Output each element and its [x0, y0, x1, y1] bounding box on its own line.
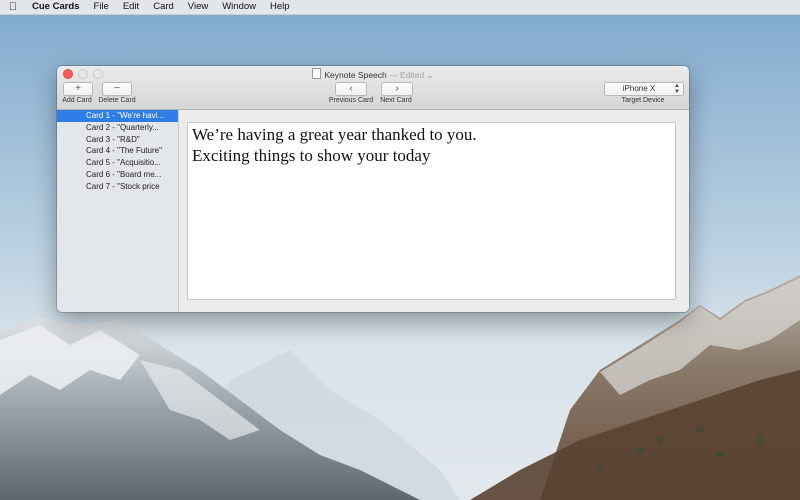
menu-card[interactable]: Card [146, 0, 181, 14]
target-device-label: Target Device [621, 97, 665, 104]
target-device-value: iPhone X [622, 84, 656, 93]
next-card-button[interactable]: › [381, 82, 413, 96]
window-title[interactable]: Keynote Speech — Edited ⌄ [57, 68, 689, 81]
card-list-item[interactable]: Card 1 - "We're havi... [57, 110, 178, 122]
menu-window[interactable]: Window [215, 0, 263, 14]
card-list-sidebar: Card 1 - "We're havi... Card 2 - "Quarte… [57, 110, 179, 312]
menu-help[interactable]: Help [263, 0, 297, 14]
apple-icon[interactable]:  [0, 0, 26, 14]
previous-card-button[interactable]: ‹ [335, 82, 367, 96]
card-list-item[interactable]: Card 5 - "Acquisitio... [57, 157, 178, 169]
menu-edit[interactable]: Edit [116, 0, 146, 14]
delete-card-label: Delete Card [98, 97, 136, 104]
target-device-select[interactable]: iPhone X ▲ ▼ [604, 82, 684, 96]
delete-card-button[interactable]: − [102, 82, 132, 96]
menu-file[interactable]: File [87, 0, 116, 14]
menu-view[interactable]: View [181, 0, 215, 14]
document-icon [312, 68, 322, 79]
next-card-label: Next Card [380, 97, 412, 104]
editor-line: Exciting things to show your today [192, 146, 431, 165]
card-list-item[interactable]: Card 2 - "Quarterly... [57, 122, 178, 134]
menu-bar:  Cue Cards File Edit Card View Window H… [0, 0, 800, 15]
edited-status[interactable]: — Edited ⌄ [389, 70, 433, 80]
title-bar-toolbar: Keynote Speech — Edited ⌄ + Add Card − D… [57, 66, 689, 110]
add-card-button[interactable]: + [63, 82, 93, 96]
app-window: Keynote Speech — Edited ⌄ + Add Card − D… [57, 66, 689, 312]
card-list-item[interactable]: Card 3 - "R&D" [57, 134, 178, 146]
previous-card-label: Previous Card [328, 97, 374, 104]
card-list-item[interactable]: Card 4 - "The Future" [57, 145, 178, 157]
card-list-item[interactable]: Card 6 - "Board me... [57, 169, 178, 181]
editor-line: We’re having a great year thanked to you… [192, 125, 477, 144]
chevron-down-icon: ⌄ [426, 70, 434, 80]
menu-app-name[interactable]: Cue Cards [26, 0, 87, 14]
card-list-item[interactable]: Card 7 - "Stock price [57, 181, 178, 193]
card-text-editor[interactable]: We’re having a great year thanked to you… [187, 122, 676, 300]
document-name: Keynote Speech [324, 70, 387, 80]
up-down-chevron-icon: ▲ ▼ [674, 83, 680, 95]
add-card-label: Add Card [62, 97, 92, 104]
